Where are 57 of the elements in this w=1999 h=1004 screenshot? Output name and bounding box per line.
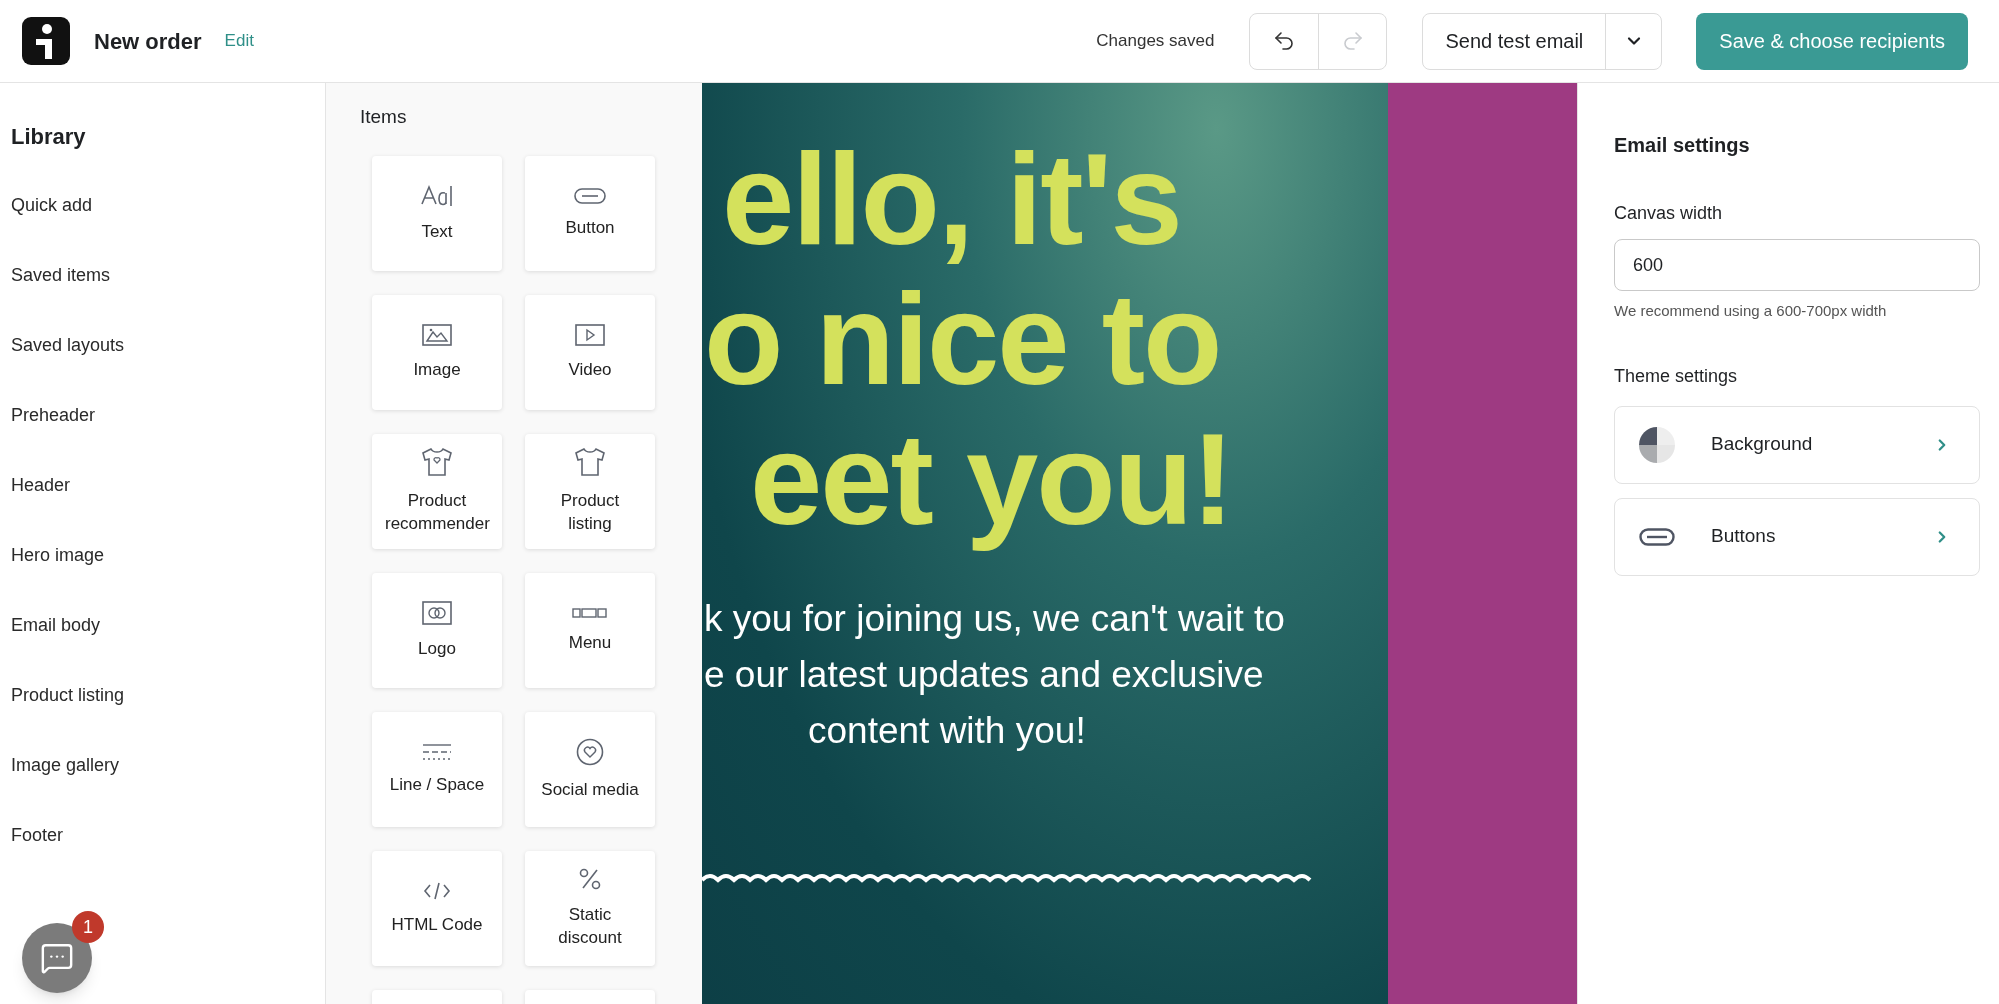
item-card[interactable]: Video (525, 294, 655, 410)
hero-body-line: e our latest updates and exclusive (704, 653, 1264, 697)
item-card[interactable]: Image (372, 294, 502, 410)
item-card[interactable]: Social media (525, 711, 655, 827)
library-item[interactable]: Email body (11, 590, 325, 660)
save-status: Changes saved (1096, 30, 1215, 53)
library-item[interactable]: Footer (11, 800, 325, 870)
pill-icon (1639, 527, 1675, 546)
field-label: Canvas width (1614, 202, 1724, 225)
app-logo[interactable] (22, 17, 70, 65)
menu-bar-icon (572, 606, 608, 619)
text-style-icon (420, 183, 454, 208)
library-item[interactable]: Header (11, 450, 325, 520)
library-item[interactable]: Quick add (11, 170, 325, 240)
chat-icon (40, 941, 74, 975)
edit-link[interactable]: Edit (224, 28, 254, 54)
item-card[interactable]: Product recommender (372, 433, 502, 549)
library-item[interactable]: Hero image (11, 520, 325, 590)
notification-badge: 1 (72, 911, 104, 943)
hero-heading-line: ello, it's (722, 129, 1181, 269)
library-heading: Library (11, 123, 87, 151)
item-card[interactable]: Button (525, 155, 655, 271)
library-item[interactable]: Saved layouts (11, 310, 325, 380)
hero-heading-line: o nice to (704, 269, 1221, 409)
lines-icon (422, 742, 452, 761)
item-card[interactable]: Line / Space (372, 711, 502, 827)
library-item[interactable]: Image gallery (11, 730, 325, 800)
item-card[interactable]: Static discount (525, 850, 655, 966)
theme-heading: Theme settings (1614, 364, 1739, 388)
item-card[interactable]: Menu (525, 572, 655, 688)
tshirt-heart-icon (421, 447, 453, 477)
item-card[interactable]: Text (372, 155, 502, 271)
theme-setting-row[interactable]: Background (1614, 405, 1980, 484)
tshirt-icon (574, 447, 606, 477)
item-card[interactable]: Logo (372, 572, 502, 688)
code-icon (423, 880, 451, 901)
play-icon (575, 323, 605, 346)
library-item[interactable]: Preheader (11, 380, 325, 450)
settings-heading: Email settings (1614, 133, 1751, 158)
logo-icon (422, 600, 452, 625)
hero-body-line: content with you! (808, 709, 1086, 753)
heart-circle-icon (576, 737, 604, 766)
pill-icon (574, 187, 606, 204)
pie-icon (1639, 426, 1675, 463)
page-title: New order (94, 27, 202, 56)
item-card[interactable]: Product listing (525, 433, 655, 549)
item-card[interactable]: HTML Code (372, 850, 502, 966)
hint-text: We recommend using a 600-700px width (1614, 301, 1888, 321)
items-heading: Items (360, 105, 408, 129)
theme-setting-row[interactable]: Buttons (1614, 497, 1980, 576)
hero-body-line: k you for joining us, we can't wait to (704, 597, 1285, 641)
canvas-width-input[interactable]: 600 (1614, 239, 1980, 291)
hero-heading-line: eet you! (750, 409, 1233, 549)
image-icon (422, 323, 452, 346)
library-item[interactable]: Product listing (11, 660, 325, 730)
library-item[interactable]: Saved items (11, 240, 325, 310)
percent-icon (578, 867, 602, 891)
